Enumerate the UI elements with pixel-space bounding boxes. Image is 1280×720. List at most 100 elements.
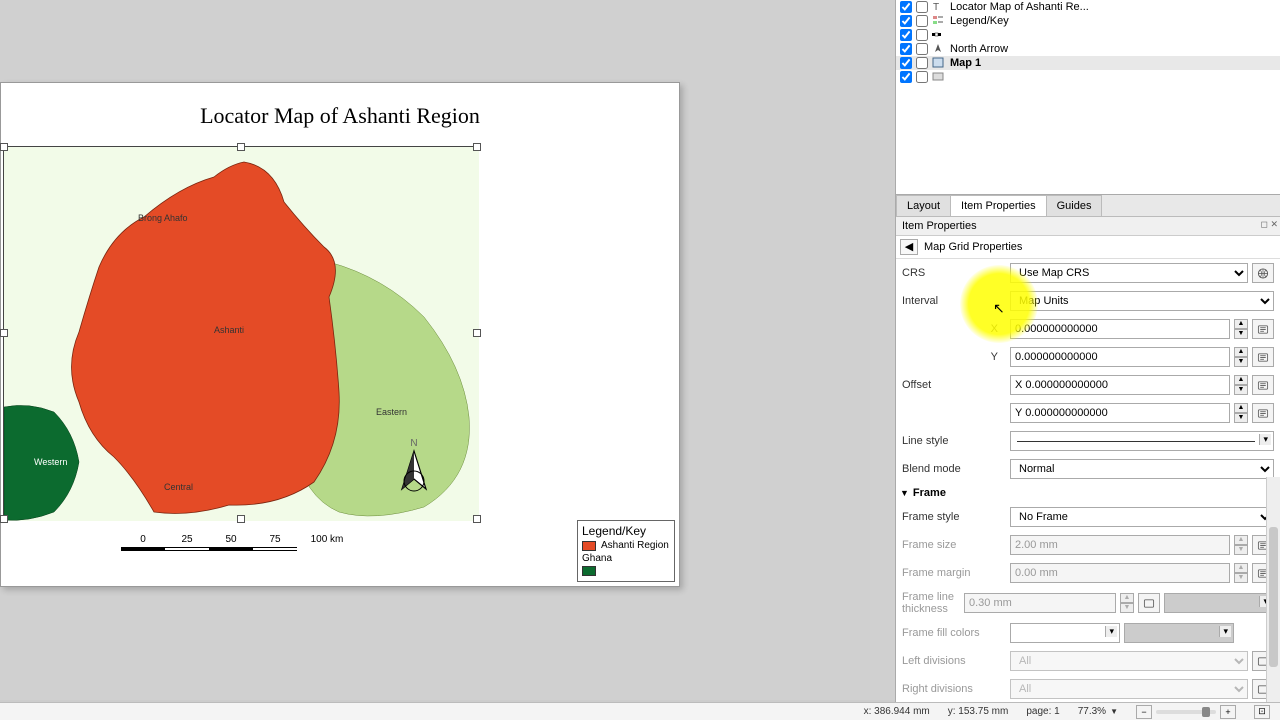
data-override-button[interactable]	[1252, 403, 1274, 423]
selection-handle[interactable]	[473, 143, 481, 151]
print-page[interactable]: Locator Map of Ashanti Region Brong Ahaf…	[0, 82, 680, 587]
spin-down[interactable]: ▼	[1234, 329, 1248, 339]
offset-y-input[interactable]	[1010, 403, 1230, 423]
blend-mode-label: Blend mode	[902, 463, 1004, 475]
item-visibility-checkbox[interactable]	[900, 29, 912, 41]
svg-text:T: T	[933, 2, 939, 12]
selection-handle[interactable]	[237, 143, 245, 151]
tab-item-properties[interactable]: Item Properties	[950, 195, 1047, 216]
data-override-button[interactable]	[1252, 319, 1274, 339]
zoom-full-button[interactable]: ⊡	[1254, 705, 1270, 719]
layout-item-row[interactable]: Map 1	[896, 56, 1280, 70]
item-lock-checkbox[interactable]	[916, 57, 928, 69]
properties-scrollbar[interactable]	[1266, 477, 1280, 715]
item-type-icon	[932, 15, 946, 27]
offset-label: Offset	[902, 379, 1004, 391]
frame-style-select[interactable]: No Frame	[1010, 507, 1274, 527]
crs-picker-button[interactable]	[1252, 263, 1274, 283]
tab-layout[interactable]: Layout	[896, 195, 951, 216]
chevron-down-icon: ▼	[900, 488, 909, 498]
north-arrow[interactable]: N	[396, 438, 432, 495]
expression-icon	[1257, 352, 1269, 363]
items-panel[interactable]: TLocator Map of Ashanti Re...Legend/Key N…	[896, 0, 1280, 195]
zoom-slider[interactable]	[1156, 710, 1216, 714]
spin-down[interactable]: ▼	[1234, 385, 1248, 395]
spin-up[interactable]: ▲	[1234, 375, 1248, 385]
scalebar[interactable]: 0 25 50 75 100 km	[121, 534, 357, 551]
layout-item-row[interactable]	[896, 28, 1280, 42]
item-visibility-checkbox[interactable]	[900, 71, 912, 83]
item-visibility-checkbox[interactable]	[900, 1, 912, 13]
panel-window-buttons[interactable]: ◻ ✕	[1260, 219, 1278, 230]
layout-item-row[interactable]: TLocator Map of Ashanti Re...	[896, 0, 1280, 14]
layout-canvas[interactable]: Locator Map of Ashanti Region Brong Ahaf…	[0, 0, 895, 700]
spin-down[interactable]: ▼	[1234, 413, 1248, 423]
legend-item: Ashanti Region	[582, 540, 670, 551]
item-visibility-checkbox[interactable]	[900, 57, 912, 69]
line-style-picker[interactable]	[1010, 431, 1274, 451]
layout-item-row[interactable]	[896, 70, 1280, 84]
legend-title: Legend/Key	[582, 524, 670, 538]
frame-section-header[interactable]: ▼ Frame	[900, 483, 1276, 503]
item-type-icon	[932, 43, 946, 55]
legend[interactable]: Legend/Key Ashanti Region Ghana	[577, 520, 675, 582]
selection-handle[interactable]	[473, 329, 481, 337]
zoom-out-button[interactable]: −	[1136, 705, 1152, 719]
item-lock-checkbox[interactable]	[916, 71, 928, 83]
frame-section-label: Frame	[913, 487, 946, 499]
layout-item-row[interactable]: North Arrow	[896, 42, 1280, 56]
item-lock-checkbox[interactable]	[916, 15, 928, 27]
spin-down: ▼	[1120, 603, 1134, 613]
interval-x-label: X	[902, 323, 1004, 335]
selection-handle[interactable]	[0, 515, 8, 523]
selection-handle[interactable]	[0, 329, 8, 337]
item-lock-checkbox[interactable]	[916, 29, 928, 41]
status-zoom: 77.3%	[1078, 706, 1106, 717]
grid-properties[interactable]: CRS Use Map CRS Interval Map Units X ▲▼	[896, 259, 1280, 715]
globe-icon	[1257, 268, 1269, 279]
selection-handle[interactable]	[473, 515, 481, 523]
interval-x-input[interactable]	[1010, 319, 1230, 339]
spin-up[interactable]: ▲	[1234, 319, 1248, 329]
statusbar: x: 386.944 mm y: 153.75 mm page: 1 77.3%…	[0, 702, 1280, 720]
spin-up[interactable]: ▲	[1234, 347, 1248, 357]
offset-x-input[interactable]	[1010, 375, 1230, 395]
crs-row: CRS Use Map CRS	[900, 259, 1276, 287]
scalebar-tick: 25	[165, 534, 209, 545]
left-divisions-row: Left divisions All	[900, 647, 1276, 675]
crs-label: CRS	[902, 267, 1004, 279]
region-label-central: Central	[164, 482, 193, 492]
back-button[interactable]: ◀	[900, 239, 918, 255]
item-lock-checkbox[interactable]	[916, 43, 928, 55]
legend-item	[582, 566, 670, 576]
frame-margin-row: Frame margin ▲▼	[900, 559, 1276, 587]
layout-item-row[interactable]: Legend/Key	[896, 14, 1280, 28]
crs-select[interactable]: Use Map CRS	[1010, 263, 1248, 283]
interval-units-select[interactable]: Map Units	[1010, 291, 1274, 311]
item-visibility-checkbox[interactable]	[900, 15, 912, 27]
legend-label: Ghana	[582, 553, 612, 564]
interval-label: Interval	[902, 295, 1004, 307]
spin-down[interactable]: ▼	[1234, 357, 1248, 367]
spin-up[interactable]: ▲	[1234, 403, 1248, 413]
selection-handle[interactable]	[237, 515, 245, 523]
spin-down: ▼	[1234, 545, 1248, 555]
data-override-button[interactable]	[1138, 593, 1160, 613]
right-divisions-label: Right divisions	[902, 683, 1004, 695]
data-override-button[interactable]	[1252, 347, 1274, 367]
expression-icon	[1257, 324, 1269, 335]
legend-swatch	[582, 566, 596, 576]
tab-guides[interactable]: Guides	[1046, 195, 1103, 216]
status-x: x: 386.944 mm	[864, 706, 930, 717]
frame-size-input	[1010, 535, 1230, 555]
zoom-in-button[interactable]: +	[1220, 705, 1236, 719]
spin-up: ▲	[1234, 535, 1248, 545]
blend-mode-select[interactable]: Normal	[1010, 459, 1274, 479]
item-lock-checkbox[interactable]	[916, 1, 928, 13]
breadcrumb-label: Map Grid Properties	[924, 241, 1022, 253]
frame-fill-color-1	[1010, 623, 1120, 643]
selection-handle[interactable]	[0, 143, 8, 151]
interval-y-input[interactable]	[1010, 347, 1230, 367]
item-visibility-checkbox[interactable]	[900, 43, 912, 55]
data-override-button[interactable]	[1252, 375, 1274, 395]
